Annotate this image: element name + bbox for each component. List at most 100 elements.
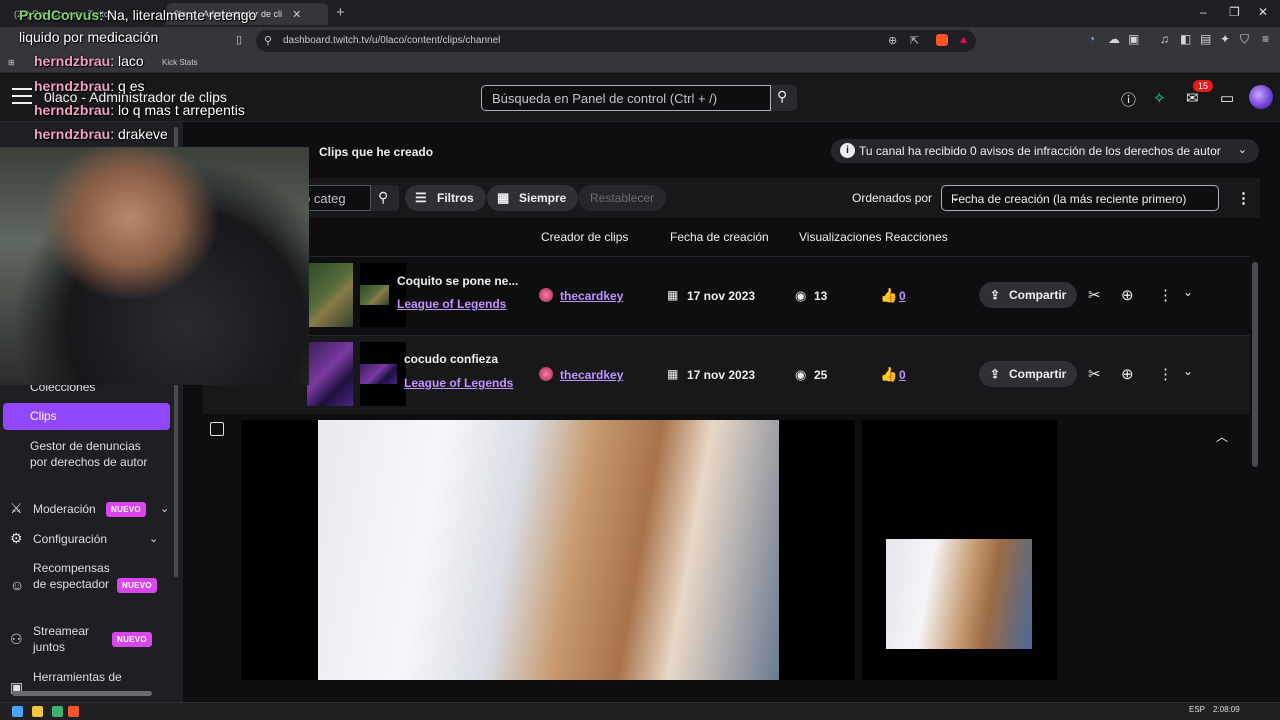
chevron-down-icon: ⌄ bbox=[951, 192, 961, 204]
url-text: dashboard.twitch.tv/u/0laco/content/clip… bbox=[283, 35, 501, 46]
more-options-icon[interactable]: ⋮ bbox=[1158, 286, 1173, 304]
chat-username: herndzbrau bbox=[34, 78, 111, 94]
minimize-icon[interactable]: – bbox=[1200, 5, 1207, 19]
add-circle-icon[interactable]: ⊕ bbox=[1121, 365, 1134, 383]
clock[interactable]: 2:08:09 bbox=[1213, 705, 1240, 714]
notification-badge: 15 bbox=[1193, 80, 1214, 92]
extension-icon[interactable]: ☁ bbox=[1108, 32, 1120, 46]
filters-button[interactable]: ☰ Filtros bbox=[405, 185, 486, 211]
sidebar-item-label: Clips bbox=[30, 409, 57, 423]
new-tab-icon[interactable]: + bbox=[336, 4, 345, 21]
clip-thumbnail[interactable] bbox=[307, 263, 353, 327]
calendar-icon: ▦ bbox=[667, 367, 679, 381]
time-range-button[interactable]: ▦ Siempre bbox=[487, 185, 579, 211]
vpn-icon[interactable]: ⛉ bbox=[1240, 32, 1249, 47]
section-title: Clips que he creado bbox=[319, 145, 434, 159]
sort-select[interactable]: Fecha de creación (la más reciente prime… bbox=[941, 185, 1219, 211]
share-label: Compartir bbox=[1009, 288, 1067, 302]
share-icon[interactable]: ⇱ bbox=[910, 34, 919, 47]
chevron-up-icon[interactable]: ︿ bbox=[1216, 428, 1228, 445]
window-close-icon[interactable]: ✕ bbox=[1258, 5, 1268, 19]
column-header-date[interactable]: Fecha de creación bbox=[670, 230, 769, 244]
calendar-icon: ▦ bbox=[667, 288, 679, 302]
creator-link[interactable]: thecardkey bbox=[560, 368, 623, 382]
chevron-down-icon: ⌄ bbox=[1237, 144, 1247, 156]
start-icon[interactable] bbox=[12, 706, 23, 717]
chevron-down-icon[interactable]: ⌄ bbox=[1183, 285, 1193, 299]
clip-game-link[interactable]: League of Legends bbox=[404, 376, 513, 390]
game-boxart[interactable] bbox=[360, 263, 406, 327]
clip-title[interactable]: cocudo confieza bbox=[404, 352, 498, 366]
game-boxart[interactable] bbox=[360, 342, 406, 406]
extension-icon[interactable]: ◔ bbox=[1088, 32, 1095, 46]
more-options-icon[interactable]: ⋮ bbox=[1236, 189, 1251, 207]
add-circle-icon[interactable]: ⊕ bbox=[1121, 286, 1134, 304]
search-button[interactable]: ⚲ bbox=[771, 85, 797, 111]
clip-preview-image[interactable] bbox=[318, 420, 779, 680]
music-icon[interactable]: ♫ bbox=[1160, 32, 1169, 46]
restore-icon[interactable]: ❐ bbox=[1229, 5, 1240, 19]
taskbar: ESP 2:08:09 bbox=[0, 702, 1280, 720]
webcam-overlay bbox=[0, 147, 309, 385]
scissors-icon[interactable]: ✂ bbox=[1088, 365, 1101, 383]
share-icon: ⇪ bbox=[990, 288, 1001, 302]
menu-icon[interactable]: ≡ bbox=[1262, 32, 1269, 46]
column-header-creator[interactable]: Creador de clips bbox=[541, 230, 628, 244]
avatar[interactable] bbox=[1249, 85, 1273, 109]
clip-thumbnail[interactable] bbox=[307, 342, 353, 406]
clip-date: 17 nov 2023 bbox=[687, 368, 756, 382]
reset-button[interactable]: Restablecer bbox=[578, 185, 667, 211]
brave-rewards-icon[interactable]: ▲ bbox=[958, 34, 969, 46]
sidebar-item-label: Streamear juntos bbox=[33, 624, 90, 654]
help-icon[interactable]: ⓘ bbox=[1121, 89, 1136, 110]
clip-reactions[interactable]: 0 bbox=[899, 289, 906, 303]
gear-icon: ⚙ bbox=[10, 530, 23, 546]
filter-search-button[interactable]: ⚲ bbox=[371, 185, 399, 211]
bookmarks-bar: ⊞ Kick Stats bbox=[0, 55, 1280, 73]
chevron-down-icon[interactable]: ⌄ bbox=[1183, 364, 1193, 378]
menu-icon[interactable] bbox=[12, 88, 32, 104]
dashboard-search-input[interactable]: Búsqueda en Panel de control (Ctrl + /) bbox=[481, 85, 771, 111]
clip-views: 13 bbox=[814, 289, 828, 303]
clip-game-link[interactable]: League of Legends bbox=[397, 297, 506, 311]
whispers-icon[interactable]: ▭ bbox=[1220, 89, 1234, 107]
horizontal-scrollbar[interactable] bbox=[12, 691, 152, 696]
share-icon: ⇪ bbox=[990, 367, 1001, 381]
language-indicator[interactable]: ESP bbox=[1189, 705, 1205, 714]
chat-text: drakeve bbox=[118, 126, 168, 142]
bookmark-icon[interactable]: ▯ bbox=[236, 33, 242, 46]
select-checkbox[interactable] bbox=[210, 422, 224, 436]
app-icon[interactable] bbox=[52, 706, 63, 717]
share-button[interactable]: ⇪ Compartir bbox=[979, 361, 1077, 387]
bookmark-kick-stats[interactable]: Kick Stats bbox=[162, 58, 198, 67]
sidebar-item-label: Recompensas de espectador bbox=[33, 561, 110, 591]
apps-icon[interactable]: ⊞ bbox=[8, 58, 15, 67]
search-placeholder: Búsqueda en Panel de control (Ctrl + /) bbox=[492, 91, 718, 106]
scissors-icon[interactable]: ✂ bbox=[1088, 286, 1101, 304]
url-box[interactable]: ⚲ dashboard.twitch.tv/u/0laco/content/cl… bbox=[256, 30, 976, 52]
copyright-notice[interactable]: i Tu canal ha recibido 0 avisos de infra… bbox=[831, 139, 1259, 163]
sidebar-item-clips[interactable] bbox=[3, 403, 170, 430]
sidebar-toggle-icon[interactable]: ◧ bbox=[1180, 32, 1191, 46]
clip-title[interactable]: Coquito se pone ne... bbox=[397, 274, 518, 288]
brave-icon[interactable] bbox=[68, 706, 79, 717]
sparkle-icon[interactable]: ✧ bbox=[1153, 89, 1166, 107]
more-options-icon[interactable]: ⋮ bbox=[1158, 365, 1173, 383]
clip-reactions[interactable]: 0 bbox=[899, 368, 906, 382]
share-button[interactable]: ⇪ Compartir bbox=[979, 282, 1077, 308]
zoom-icon[interactable]: ⊕ bbox=[888, 34, 897, 47]
brave-shield-icon[interactable] bbox=[936, 34, 948, 46]
column-header-views[interactable]: Visualizaciones bbox=[799, 230, 882, 244]
leo-icon[interactable]: ✦ bbox=[1220, 32, 1230, 46]
chat-message: ProdCorvus: Na, literalmente retengo bbox=[19, 7, 257, 23]
column-header-reactions[interactable]: Reacciones bbox=[885, 230, 948, 244]
sort-label: Ordenados por bbox=[852, 191, 933, 205]
wallet-icon[interactable]: ▤ bbox=[1200, 32, 1211, 46]
site-info-icon[interactable]: ⚲ bbox=[264, 34, 272, 47]
explorer-icon[interactable] bbox=[32, 706, 43, 717]
chat-message: herndzbrau: q es bbox=[34, 78, 145, 94]
content-scrollbar[interactable] bbox=[1252, 262, 1258, 467]
extension-icon[interactable]: ▣ bbox=[1128, 32, 1139, 46]
close-icon[interactable]: ✕ bbox=[292, 8, 301, 21]
creator-link[interactable]: thecardkey bbox=[560, 289, 623, 303]
